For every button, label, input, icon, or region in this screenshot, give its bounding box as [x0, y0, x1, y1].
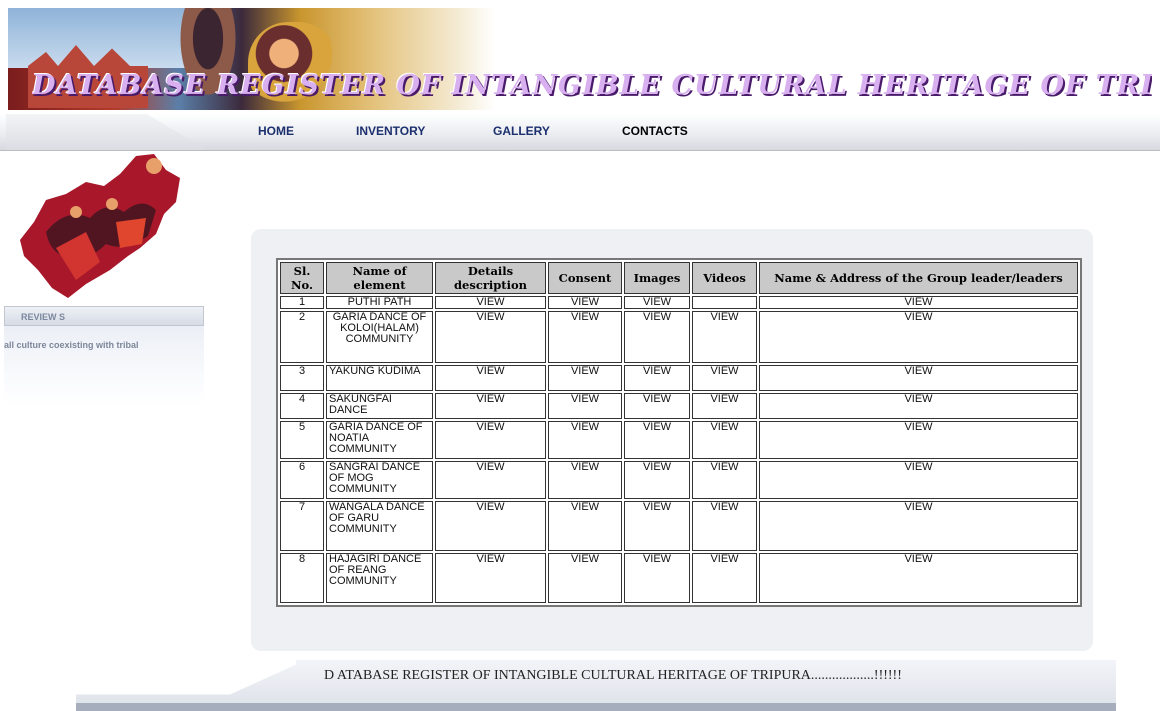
table-row: 8 HAJAGIRI DANCE OF REANG COMMUNITY VIEW… — [280, 553, 1078, 603]
images-view-link[interactable]: VIEW — [624, 296, 690, 309]
element-name-cell: WANGALA DANCE OF GARU COMMUNITY — [326, 501, 433, 551]
header-videos: Videos — [692, 262, 757, 294]
element-name-cell: GARIA DANCE OF NOATIA COMMUNITY — [326, 421, 433, 459]
images-view-link[interactable]: VIEW — [624, 393, 690, 419]
element-name-cell: SANGRAI DANCE OF MOG COMMUNITY — [326, 461, 433, 499]
details-view-link[interactable]: VIEW — [435, 311, 546, 363]
videos-view-link[interactable]: VIEW — [692, 553, 757, 603]
leader-view-link[interactable]: VIEW — [759, 501, 1078, 551]
videos-cell-empty — [692, 296, 757, 309]
consent-view-link[interactable]: VIEW — [548, 553, 622, 603]
element-name-cell: YAKUNG KUDIMA — [326, 365, 433, 391]
nav-gallery-link[interactable]: GALLERY — [493, 124, 622, 138]
details-view-link[interactable]: VIEW — [435, 421, 546, 459]
videos-view-link[interactable]: VIEW — [692, 393, 757, 419]
images-view-link[interactable]: VIEW — [624, 461, 690, 499]
images-view-link[interactable]: VIEW — [624, 365, 690, 391]
nav-swoosh — [6, 114, 207, 150]
map-figure-cloth-2 — [116, 218, 146, 248]
header-group-leader: Name & Address of the Group leader/leade… — [759, 262, 1078, 294]
sl-no-cell: 6 — [280, 461, 324, 499]
reviews-header: REVIEW S — [4, 306, 204, 326]
images-view-link[interactable]: VIEW — [624, 501, 690, 551]
table-row: 2 GARIA DANCE OF KOLOI(HALAM) COMMUNITY … — [280, 311, 1078, 363]
leader-view-link[interactable]: VIEW — [759, 311, 1078, 363]
images-view-link[interactable]: VIEW — [624, 311, 690, 363]
details-view-link[interactable]: VIEW — [435, 501, 546, 551]
nav-inventory-link[interactable]: INVENTORY — [356, 124, 493, 138]
tripura-map-image — [20, 154, 180, 298]
nav-bar: HOME INVENTORY GALLERY CONTACTS — [0, 114, 1160, 151]
consent-view-link[interactable]: VIEW — [548, 296, 622, 309]
sl-no-cell: 7 — [280, 501, 324, 551]
sl-no-cell: 8 — [280, 553, 324, 603]
heritage-register-table: Sl. No. Name of element Details descript… — [276, 258, 1082, 607]
details-view-link[interactable]: VIEW — [435, 296, 546, 309]
images-view-link[interactable]: VIEW — [624, 421, 690, 459]
videos-view-link[interactable]: VIEW — [692, 421, 757, 459]
leader-view-link[interactable]: VIEW — [759, 296, 1078, 309]
table-row: 3 YAKUNG KUDIMA VIEW VIEW VIEW VIEW VIEW — [280, 365, 1078, 391]
table-row: 1 PUTHI PATH VIEW VIEW VIEW VIEW — [280, 296, 1078, 309]
sl-no-cell: 3 — [280, 365, 324, 391]
consent-view-link[interactable]: VIEW — [548, 393, 622, 419]
details-view-link[interactable]: VIEW — [435, 393, 546, 419]
videos-view-link[interactable]: VIEW — [692, 365, 757, 391]
map-figure-head — [146, 158, 162, 174]
site-title: DATABASE REGISTER OF INTANGIBLE CULTURAL… — [32, 70, 1152, 101]
leader-view-link[interactable]: VIEW — [759, 393, 1078, 419]
consent-view-link[interactable]: VIEW — [548, 365, 622, 391]
element-name-cell: HAJAGIRI DANCE OF REANG COMMUNITY — [326, 553, 433, 603]
nav-contacts-link[interactable]: CONTACTS — [622, 124, 688, 138]
reviews-panel: REVIEW S all culture coexisting with tri… — [4, 306, 204, 406]
images-view-link[interactable]: VIEW — [624, 553, 690, 603]
leader-view-link[interactable]: VIEW — [759, 461, 1078, 499]
videos-view-link[interactable]: VIEW — [692, 501, 757, 551]
sl-no-cell: 2 — [280, 311, 324, 363]
element-name-cell: GARIA DANCE OF KOLOI(HALAM) COMMUNITY — [326, 311, 433, 363]
footer-text: D ATABASE REGISTER OF INTANGIBLE CULTURA… — [324, 668, 902, 683]
videos-view-link[interactable]: VIEW — [692, 461, 757, 499]
leader-view-link[interactable]: VIEW — [759, 365, 1078, 391]
consent-view-link[interactable]: VIEW — [548, 421, 622, 459]
header-sl-no: Sl. No. — [280, 262, 324, 294]
element-name-cell: SAKUNGFAI DANCE — [326, 393, 433, 419]
table-row: 4 SAKUNGFAI DANCE VIEW VIEW VIEW VIEW VI… — [280, 393, 1078, 419]
footer-line — [76, 703, 1116, 711]
table-row: 6 SANGRAI DANCE OF MOG COMMUNITY VIEW VI… — [280, 461, 1078, 499]
consent-view-link[interactable]: VIEW — [548, 311, 622, 363]
consent-view-link[interactable]: VIEW — [548, 461, 622, 499]
header-images: Images — [624, 262, 690, 294]
table-header-row: Sl. No. Name of element Details descript… — [280, 262, 1078, 294]
element-name-cell: PUTHI PATH — [326, 296, 433, 309]
sl-no-cell: 4 — [280, 393, 324, 419]
sl-no-cell: 5 — [280, 421, 324, 459]
leader-view-link[interactable]: VIEW — [759, 553, 1078, 603]
main-nav: HOME INVENTORY GALLERY CONTACTS — [258, 124, 688, 138]
nav-home-link[interactable]: HOME — [258, 124, 356, 138]
table-row: 7 WANGALA DANCE OF GARU COMMUNITY VIEW V… — [280, 501, 1078, 551]
leader-view-link[interactable]: VIEW — [759, 421, 1078, 459]
table-row: 5 GARIA DANCE OF NOATIA COMMUNITY VIEW V… — [280, 421, 1078, 459]
header-name-of-element: Name of element — [326, 262, 433, 294]
consent-view-link[interactable]: VIEW — [548, 501, 622, 551]
map-figure-head-2 — [106, 198, 118, 210]
map-figure-head-3 — [70, 206, 82, 218]
reviews-text: all culture coexisting with tribal — [4, 340, 139, 350]
details-view-link[interactable]: VIEW — [435, 365, 546, 391]
sl-no-cell: 1 — [280, 296, 324, 309]
header-details-description: Details description — [435, 262, 546, 294]
details-view-link[interactable]: VIEW — [435, 461, 546, 499]
videos-view-link[interactable]: VIEW — [692, 311, 757, 363]
footer-curve — [76, 660, 296, 695]
details-view-link[interactable]: VIEW — [435, 553, 546, 603]
header-consent: Consent — [548, 262, 622, 294]
